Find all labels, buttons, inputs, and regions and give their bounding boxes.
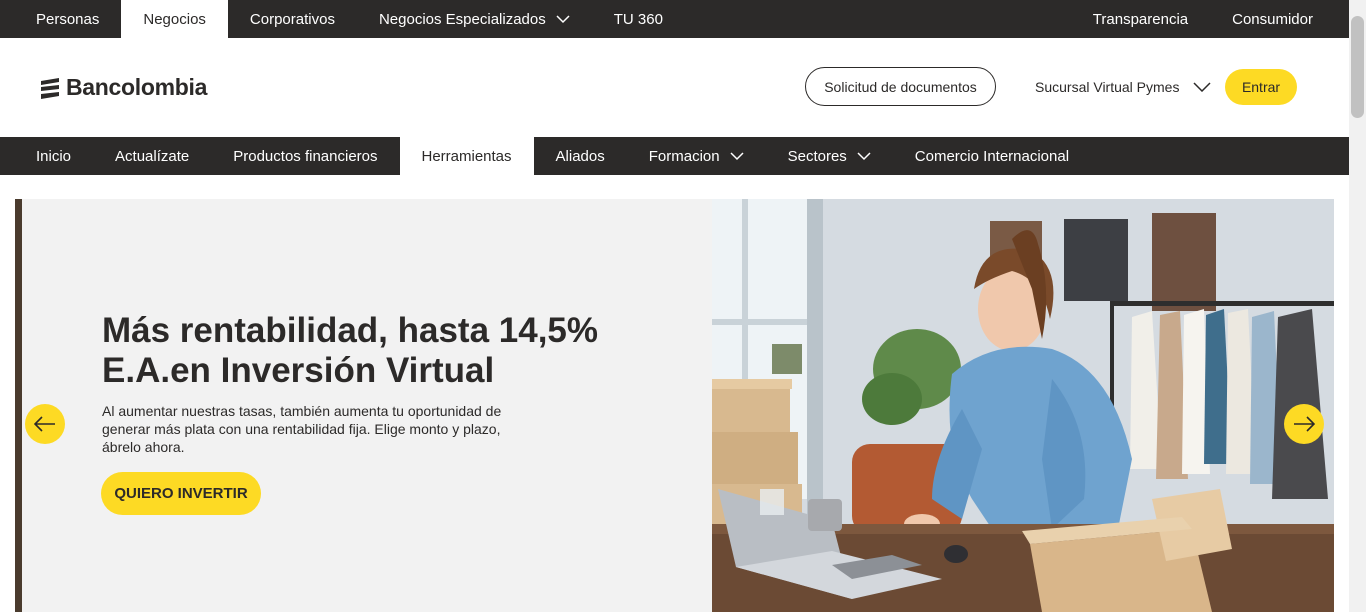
arrow-left-icon [34, 416, 55, 432]
arrow-right-icon [1294, 416, 1315, 432]
top-link-label: Transparencia [1092, 10, 1189, 28]
woman-laptop-illustration [712, 199, 1334, 612]
chevron-down-icon [556, 14, 570, 23]
page: Personas Negocios Corporativos Negocios … [0, 0, 1366, 612]
nav-item-formacion[interactable]: Formacion [627, 137, 766, 175]
utility-nav: Transparencia Consumidor [1071, 0, 1349, 38]
hero-description: Al aumentar nuestras tasas, también aume… [102, 403, 502, 455]
scrollbar-thumb[interactable] [1351, 16, 1364, 118]
top-link-label: TU 360 [613, 10, 663, 28]
logo[interactable]: Bancolombia [38, 74, 207, 101]
bancolombia-logo-icon [41, 77, 59, 99]
top-bar: Personas Negocios Corporativos Negocios … [0, 0, 1349, 38]
top-link-label: Consumidor [1232, 10, 1313, 28]
top-link-label: Corporativos [249, 10, 335, 28]
main-nav: Inicio Actualízate Productos financieros… [0, 137, 1349, 175]
sucursal-virtual-dropdown[interactable]: Sucursal Virtual Pymes [1035, 76, 1211, 98]
top-link-personas[interactable]: Personas [0, 0, 121, 38]
top-link-label: Negocios Especializados [378, 10, 546, 28]
nav-item-label: Productos financieros [233, 147, 378, 165]
carousel-next-button[interactable] [1284, 404, 1324, 444]
top-link-transparencia[interactable]: Transparencia [1071, 0, 1210, 38]
chevron-down-icon [730, 151, 744, 160]
login-button[interactable]: Entrar [1225, 69, 1297, 105]
nav-item-comercio-internacional[interactable]: Comercio Internacional [893, 137, 1091, 175]
nav-item-label: Formacion [648, 147, 720, 165]
nav-item-label: Comercio Internacional [914, 147, 1070, 165]
hero-text-panel: Más rentabilidad, hasta 14,5% E.A.en Inv… [22, 199, 712, 612]
page-scrollbar[interactable] [1349, 0, 1366, 612]
nav-item-aliados[interactable]: Aliados [534, 137, 627, 175]
nav-item-actualizate[interactable]: Actualízate [93, 137, 211, 175]
previous-slide-peek [15, 199, 22, 612]
nav-item-sectores[interactable]: Sectores [766, 137, 893, 175]
carousel-prev-button[interactable] [25, 404, 65, 444]
nav-item-herramientas[interactable]: Herramientas [399, 137, 534, 175]
chevron-down-icon [1193, 82, 1211, 92]
top-link-label: Personas [36, 10, 100, 28]
nav-item-productos-financieros[interactable]: Productos financieros [211, 137, 399, 175]
hero-title: Más rentabilidad, hasta 14,5% E.A.en Inv… [102, 311, 599, 390]
hero-image [712, 199, 1334, 612]
top-link-corporativos[interactable]: Corporativos [228, 0, 357, 38]
top-link-tu360[interactable]: TU 360 [592, 0, 685, 38]
site-header: Bancolombia Solicitud de documentos Sucu… [0, 38, 1349, 137]
nav-item-label: Herramientas [421, 147, 512, 165]
top-link-consumidor[interactable]: Consumidor [1210, 0, 1349, 38]
chevron-down-icon [857, 151, 871, 160]
nav-item-label: Inicio [36, 147, 72, 165]
logo-text: Bancolombia [66, 74, 208, 100]
segment-nav: Personas Negocios Corporativos Negocios … [0, 0, 685, 38]
invest-cta-button[interactable]: QUIERO INVERTIR [101, 472, 261, 515]
documents-request-button[interactable]: Solicitud de documentos [805, 67, 996, 106]
nav-item-label: Aliados [555, 147, 605, 165]
nav-item-inicio[interactable]: Inicio [0, 137, 93, 175]
hero-carousel: Más rentabilidad, hasta 14,5% E.A.en Inv… [0, 175, 1349, 612]
top-link-label: Negocios [143, 10, 206, 28]
top-link-negocios[interactable]: Negocios [121, 0, 228, 38]
nav-item-label: Actualízate [115, 147, 190, 165]
top-link-negocios-especializados[interactable]: Negocios Especializados [357, 0, 592, 38]
sucursal-label: Sucursal Virtual Pymes [1035, 79, 1180, 95]
nav-item-label: Sectores [787, 147, 847, 165]
